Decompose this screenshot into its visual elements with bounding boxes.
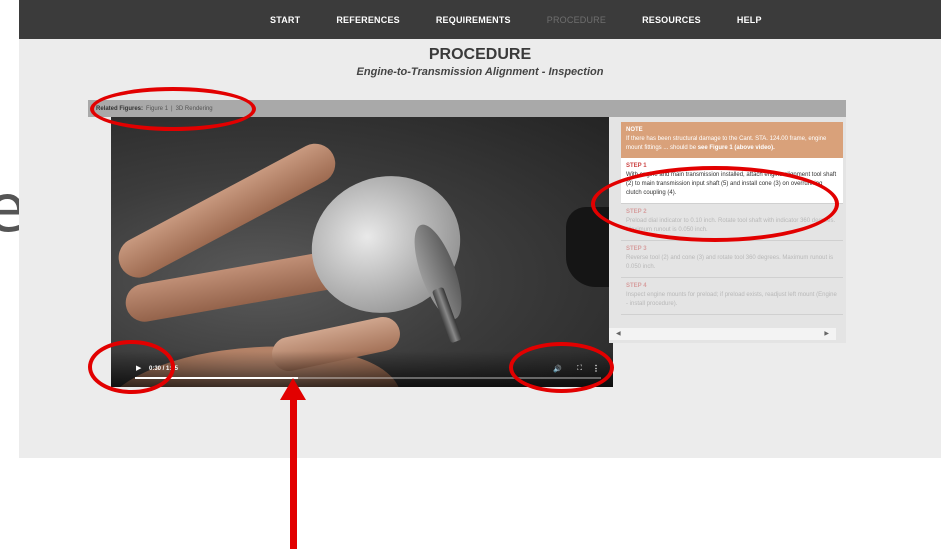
- step-text: Preload dial indicator to 0.10 inch. Rot…: [626, 218, 836, 233]
- video-player[interactable]: ▶ 0:30 / 1:25 🔊 ⛶ ⋮: [111, 117, 613, 387]
- step-title: STEP 2: [626, 209, 647, 215]
- video-controls-bar: ▶ 0:30 / 1:25 🔊 ⛶ ⋮: [111, 351, 613, 387]
- app-window: START REFERENCES REQUIREMENTS PROCEDURE …: [19, 0, 941, 458]
- step-text: With engine and main transmission instal…: [626, 172, 837, 196]
- nav-item-procedure[interactable]: PROCEDURE: [547, 15, 606, 25]
- more-options-icon[interactable]: ⋮: [592, 364, 600, 373]
- annotation-arrow-shaft: [290, 396, 297, 549]
- step-text: Reverse tool (2) and cone (3) and rotate…: [626, 255, 834, 270]
- volume-icon[interactable]: 🔊: [553, 365, 562, 373]
- play-icon[interactable]: ▶: [136, 364, 141, 372]
- procedure-steps-panel[interactable]: NOTE If there has been structural damage…: [609, 117, 846, 343]
- step-3[interactable]: STEP 3 Reverse tool (2) and cone (3) and…: [621, 241, 843, 278]
- scroll-right-icon[interactable]: ▶: [824, 330, 829, 337]
- video-time-display: 0:30 / 1:25: [149, 366, 179, 372]
- note-figure-link[interactable]: see Figure 1 (above video).: [698, 145, 775, 151]
- step-text: Inspect engine mounts for preload; if pr…: [626, 292, 837, 307]
- note-title: NOTE: [626, 127, 643, 133]
- fullscreen-icon[interactable]: ⛶: [577, 365, 582, 373]
- related-figures-label: Related Figures:: [96, 105, 144, 112]
- related-link-3d-rendering[interactable]: 3D Rendering: [176, 106, 213, 112]
- scroll-left-icon[interactable]: ◀: [616, 330, 621, 337]
- nav-item-help[interactable]: HELP: [737, 15, 762, 25]
- step-1[interactable]: STEP 1 With engine and main transmission…: [621, 158, 843, 204]
- related-figures-bar: Related Figures: Figure 1 | 3D Rendering: [88, 100, 846, 117]
- note-box: NOTE If there has been structural damage…: [621, 122, 843, 158]
- page-subtitle: Engine-to-Transmission Alignment - Inspe…: [356, 66, 604, 78]
- related-link-figure-1[interactable]: Figure 1: [146, 106, 168, 112]
- related-separator: |: [171, 105, 173, 112]
- video-frame-dark-object: [566, 207, 613, 287]
- step-title: STEP 4: [626, 283, 647, 289]
- top-navigation: START REFERENCES REQUIREMENTS PROCEDURE …: [19, 0, 941, 39]
- horizontal-scrollbar[interactable]: ◀ ▶: [609, 328, 836, 340]
- nav-item-requirements[interactable]: REQUIREMENTS: [436, 15, 511, 25]
- step-title: STEP 3: [626, 246, 647, 252]
- nav-item-resources[interactable]: RESOURCES: [642, 15, 701, 25]
- video-progress-fill: [135, 377, 299, 379]
- screenshot-stage: e START REFERENCES REQUIREMENTS PROCEDUR…: [0, 0, 941, 554]
- page-title: PROCEDURE: [428, 46, 532, 63]
- step-title: STEP 1: [626, 163, 647, 169]
- step-2[interactable]: STEP 2 Preload dial indicator to 0.10 in…: [621, 204, 843, 241]
- video-progress-bar[interactable]: [135, 377, 601, 379]
- nav-item-start[interactable]: START: [270, 15, 300, 25]
- nav-item-references[interactable]: REFERENCES: [336, 15, 400, 25]
- step-4[interactable]: STEP 4 Inspect engine mounts for preload…: [621, 278, 843, 315]
- steps-scroll-content: NOTE If there has been structural damage…: [621, 122, 843, 315]
